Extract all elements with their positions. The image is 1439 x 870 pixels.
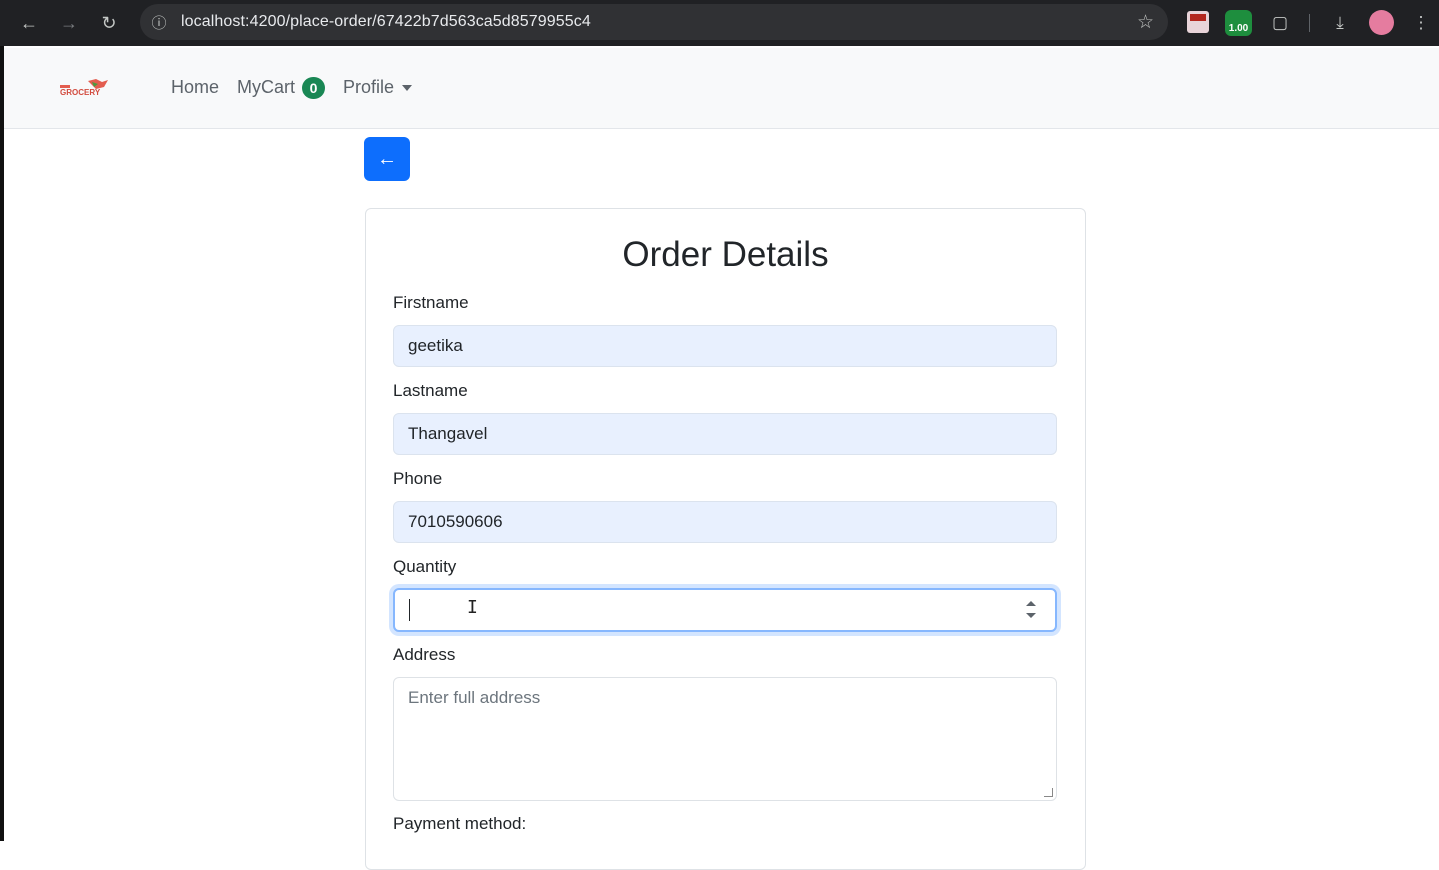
phone-input[interactable]: 7010590606	[393, 501, 1057, 543]
spinner-up-icon[interactable]	[1026, 601, 1036, 606]
nav-cart[interactable]: MyCart	[237, 77, 295, 98]
phone-label: Phone	[393, 469, 443, 488]
extension-badge-icon[interactable]: 1.00	[1225, 10, 1252, 36]
url-text[interactable]: localhost:4200/place-order/67422b7d563ca…	[181, 13, 591, 31]
firstname-label: Firstname	[393, 293, 469, 312]
navbar: GROCERY Home MyCart 0 Profile	[4, 48, 1439, 129]
reload-icon[interactable]: ↻	[94, 8, 124, 38]
lastname-value: Thangavel	[408, 424, 488, 443]
chevron-down-icon[interactable]	[402, 85, 412, 91]
nav-home[interactable]: Home	[171, 77, 219, 98]
star-icon[interactable]: ☆	[1137, 11, 1154, 34]
quantity-label: Quantity	[393, 557, 457, 576]
cart-count-badge: 0	[302, 77, 325, 99]
firstname-input[interactable]: geetika	[393, 325, 1057, 367]
download-icon[interactable]: ⤓	[1325, 8, 1355, 38]
spinner-down-icon[interactable]	[1026, 613, 1036, 618]
quantity-stepper[interactable]	[393, 588, 1057, 632]
back-icon[interactable]: ←	[14, 8, 44, 38]
address-textarea[interactable]: Enter full address	[393, 677, 1057, 801]
ibeam-cursor-icon: I	[467, 597, 478, 618]
toolbar-divider	[1309, 14, 1310, 32]
lastname-input[interactable]: Thangavel	[393, 413, 1057, 455]
lastname-label: Lastname	[393, 381, 468, 400]
address-placeholder: Enter full address	[408, 688, 541, 707]
browser-toolbar: ← → ↻ ⓘ localhost:4200/place-order/67422…	[0, 0, 1439, 46]
phone-value: 7010590606	[408, 512, 503, 531]
info-icon[interactable]: ⓘ	[150, 13, 168, 32]
address-bar[interactable]: ⓘ localhost:4200/place-order/67422b7d563…	[140, 4, 1168, 40]
logo-text: GROCERY	[60, 88, 101, 97]
profile-avatar[interactable]	[1369, 10, 1394, 35]
grocery-logo[interactable]: GROCERY	[58, 79, 110, 97]
extension-icon[interactable]	[1187, 11, 1209, 33]
more-menu-icon[interactable]: ⋮	[1406, 8, 1436, 38]
payment-method-label: Payment method:	[393, 814, 527, 833]
resize-handle-icon[interactable]	[1044, 788, 1053, 797]
address-label: Address	[393, 645, 456, 664]
text-cursor	[409, 599, 410, 621]
puzzle-icon[interactable]: ▢	[1265, 8, 1295, 38]
arrow-left-icon: ←	[377, 147, 397, 170]
back-button[interactable]: ←	[364, 137, 410, 181]
firstname-value: geetika	[408, 336, 463, 355]
forward-icon[interactable]: →	[54, 8, 84, 38]
quantity-spinner[interactable]	[1025, 599, 1037, 621]
nav-profile[interactable]: Profile	[343, 77, 394, 98]
order-details-card: Order Details Firstname geetika Lastname…	[365, 208, 1086, 870]
window-edge	[0, 46, 4, 841]
page-title: Order Details	[622, 235, 829, 274]
